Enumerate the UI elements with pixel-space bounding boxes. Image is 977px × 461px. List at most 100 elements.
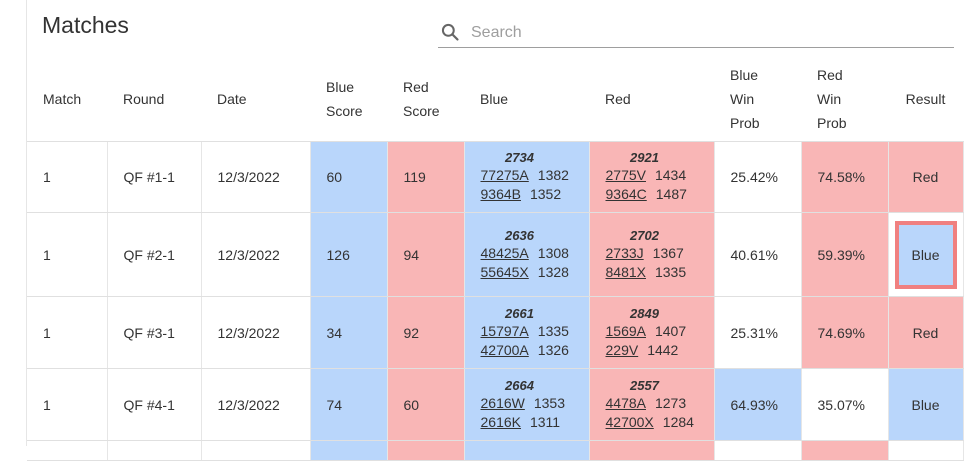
page-title: Matches [42, 12, 129, 38]
cell-blue-score: 126 [310, 212, 388, 297]
team-link[interactable]: 2616W [481, 395, 525, 411]
cell-empty [589, 440, 715, 461]
cell-blue-alliance: 2664 2616W 1353 2616K 1311 [464, 368, 590, 441]
cell-empty [714, 440, 802, 461]
search-box[interactable] [438, 18, 954, 48]
col-header-match[interactable]: Match [27, 56, 107, 142]
team-link[interactable]: 4478A [606, 395, 646, 411]
col-header-date[interactable]: Date [201, 56, 310, 142]
team-rating: 1328 [537, 263, 569, 280]
team-link[interactable]: 8481X [606, 264, 646, 280]
team-link[interactable]: 55645X [481, 264, 529, 280]
team-link[interactable]: 2733J [606, 245, 644, 261]
header-row: Match Round Date Blue Score Red Score Blue… [27, 56, 963, 142]
cell-result: Red [888, 141, 964, 213]
cell-match: 1 [27, 296, 108, 369]
team-rating: 1335 [654, 263, 687, 280]
team-rating: 1367 [652, 244, 684, 261]
cell-red-score: 94 [387, 212, 465, 297]
red-alliance-total: 2849 [630, 305, 659, 321]
cell-empty [464, 440, 590, 461]
team-link[interactable]: 9364C [606, 186, 647, 202]
cell-blue-score: 74 [310, 368, 388, 441]
cell-red-alliance: 2557 4478A 1273 42700X 1284 [589, 368, 715, 441]
cell-red-alliance: 2702 2733J 1367 8481X 1335 [589, 212, 715, 297]
table-row: 1 QF #3-1 12/3/2022 34 92 2661 15797A 133… [27, 296, 964, 369]
cell-blue-win-prob: 25.31% [714, 296, 802, 369]
cell-red-score: 92 [387, 296, 465, 369]
team-link[interactable]: 2616K [481, 414, 521, 430]
cell-round: QF #4-1 [107, 368, 202, 441]
col-header-round[interactable]: Round [107, 56, 201, 142]
red-alliance-total: 2557 [630, 377, 659, 393]
team-link[interactable]: 2775V [606, 167, 646, 183]
search-icon [441, 23, 459, 41]
cell-empty [27, 440, 108, 461]
red-alliance-total: 2702 [630, 227, 659, 243]
col-header-result[interactable]: Result [888, 56, 963, 142]
team-link[interactable]: 9364B [481, 186, 521, 202]
cell-red-alliance: 2921 2775V 1434 9364C 1487 [589, 141, 715, 213]
team-link[interactable]: 42700X [606, 414, 654, 430]
blue-alliance-total: 2664 [505, 377, 534, 393]
team-link[interactable]: 77275A [481, 167, 529, 183]
col-header-red[interactable]: Red [589, 56, 714, 142]
team-rating: 1382 [537, 167, 569, 183]
cell-date: 12/3/2022 [201, 296, 311, 369]
cell-red-win-prob: 35.07% [801, 368, 889, 441]
blue-alliance-total: 2661 [505, 305, 534, 321]
cell-result: Red [888, 296, 964, 369]
cell-blue-alliance: 2636 48425A 1308 55645X 1328 [464, 212, 590, 297]
team-rating: 1273 [654, 394, 687, 411]
matches-table: Match Round Date Blue Score Red Score Blue… [27, 56, 964, 461]
cell-empty [201, 440, 311, 461]
cell-blue-win-prob: 64.93% [714, 368, 802, 441]
team-rating: 1311 [529, 413, 561, 430]
team-link[interactable]: 48425A [481, 245, 529, 261]
cell-date: 12/3/2022 [201, 368, 311, 441]
cell-blue-win-prob: 40.61% [714, 212, 802, 297]
blue-alliance-total: 2734 [505, 150, 534, 165]
col-header-blue-win-prob[interactable]: Blue Win Prob [714, 56, 801, 142]
cell-red-win-prob: 74.69% [801, 296, 889, 369]
cell-red-win-prob: 74.58% [801, 141, 889, 213]
cell-date: 12/3/2022 [201, 212, 311, 297]
team-link[interactable]: 42700A [481, 342, 529, 358]
cell-empty [801, 440, 889, 461]
cell-round: QF #3-1 [107, 296, 202, 369]
team-rating: 1326 [537, 341, 569, 358]
team-link[interactable]: 15797A [481, 323, 529, 339]
cell-round: QF #1-1 [107, 141, 202, 213]
team-rating: 1308 [537, 244, 569, 261]
cell-blue-score: 60 [310, 141, 388, 213]
cell-match: 1 [27, 368, 108, 441]
cell-date: 12/3/2022 [201, 141, 311, 213]
cell-empty [310, 440, 388, 461]
matches-card: Matches Match Round Date BlueScore RedSc… [26, 0, 977, 461]
team-rating: 1407 [654, 322, 687, 339]
cell-empty [888, 440, 964, 461]
result-value: Blue [898, 224, 953, 285]
team-rating: 1352 [529, 186, 562, 202]
team-rating: 1284 [662, 413, 694, 430]
col-header-blue-score[interactable]: Blue Score [310, 56, 387, 142]
cell-red-win-prob: 59.39% [801, 212, 889, 297]
table-row: 1 QF #4-1 12/3/2022 74 60 2664 2616W 1353… [27, 368, 964, 441]
search-input[interactable] [469, 21, 933, 45]
team-link[interactable]: 1569A [606, 323, 646, 339]
cell-red-score: 60 [387, 368, 465, 441]
col-header-blue[interactable]: Blue [464, 56, 589, 142]
cell-empty [107, 440, 202, 461]
cell-blue-win-prob: 25.42% [714, 141, 802, 213]
col-header-red-win-prob[interactable]: Red Win Prob [801, 56, 888, 142]
table-row: 1 QF #1-1 12/3/2022 60 119 2734 77275A 13… [27, 141, 964, 213]
result-highlight-frame: Blue [894, 220, 957, 289]
cell-blue-score: 34 [310, 296, 388, 369]
cell-match: 1 [27, 141, 108, 213]
cell-empty [387, 440, 465, 461]
blue-alliance-total: 2636 [505, 227, 534, 243]
col-header-red-score[interactable]: Red Score [387, 56, 464, 142]
cell-blue-alliance: 2661 15797A 1335 42700A 1326 [464, 296, 590, 369]
team-link[interactable]: 229V [606, 342, 639, 358]
cell-result-highlighted: Blue [888, 212, 964, 297]
